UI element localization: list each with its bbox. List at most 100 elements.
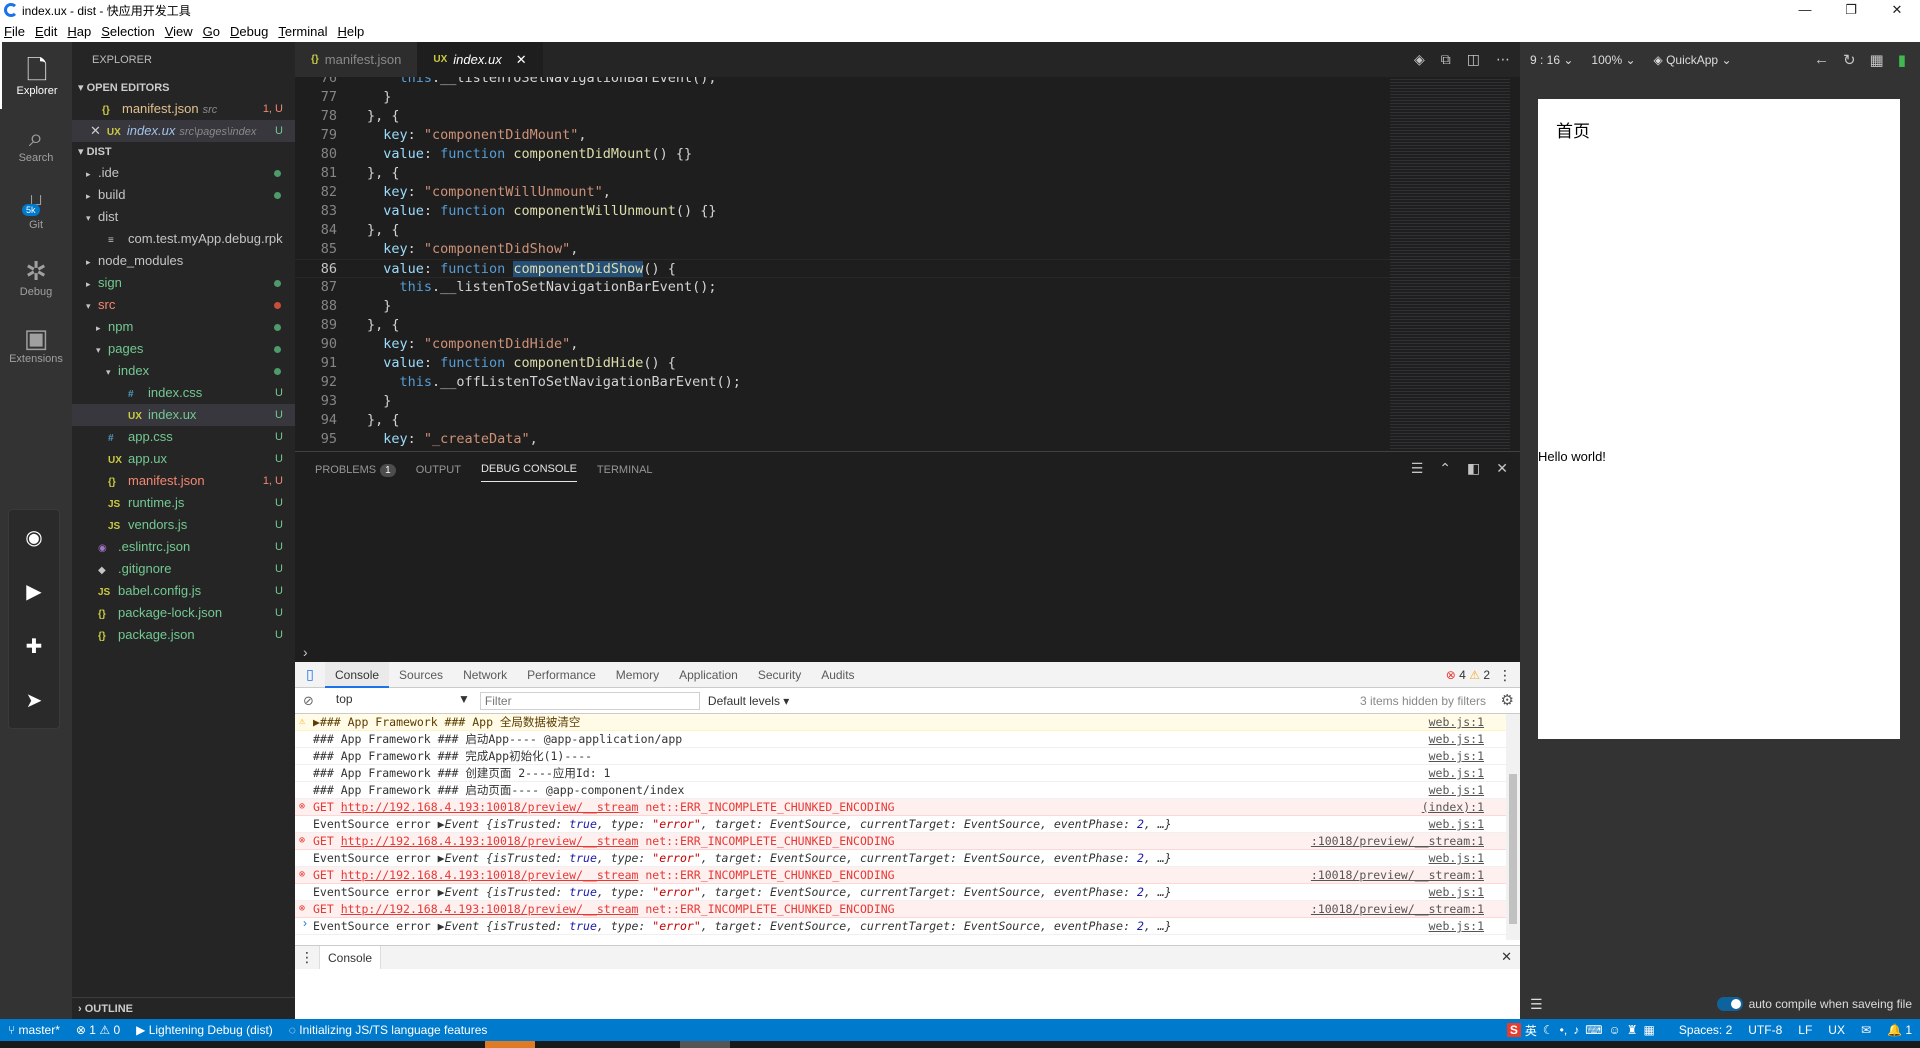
tree-item[interactable]: ≡ com.test.myApp.debug.rpk	[72, 228, 295, 250]
source-link[interactable]: :10018/preview/__stream:1	[1311, 833, 1484, 849]
platform-select[interactable]: ◈ QuickApp ⌄	[1654, 53, 1732, 67]
send-icon[interactable]: ➤	[26, 688, 43, 713]
devtools-tab-network[interactable]: Network	[453, 662, 517, 688]
activity-git[interactable]: ⑂ 5k Git	[0, 176, 72, 243]
console-scrollbar[interactable]	[1506, 714, 1520, 940]
tree-item[interactable]: JS runtime.js U	[72, 492, 295, 514]
console-event[interactable]: EventSource error ▶Event {isTrusted: tru…	[295, 850, 1520, 867]
code-line[interactable]: 84}, {	[295, 221, 1520, 240]
tree-item[interactable]: ▾ src	[72, 294, 295, 316]
devtools-tab-audits[interactable]: Audits	[811, 662, 864, 688]
encoding-status[interactable]: UTF-8	[1748, 1023, 1782, 1037]
code-line[interactable]: 82 key: "componentWillUnmount",	[295, 183, 1520, 202]
mobile-device-icon[interactable]: ▮	[1898, 51, 1906, 69]
source-link[interactable]: web.js:1	[1429, 850, 1484, 866]
gear-icon[interactable]: ⚙	[1501, 691, 1514, 709]
expand-arrow-icon[interactable]: ▶	[438, 919, 445, 933]
console-log[interactable]: ### App Framework ### 创建页面 2----应用Id: 1w…	[295, 765, 1520, 782]
dist-root-header[interactable]: ▾ DIST	[72, 142, 295, 162]
menu-selection[interactable]: Selection	[101, 24, 154, 39]
source-link[interactable]: :10018/preview/__stream:1	[1311, 901, 1484, 917]
code-line[interactable]: 80 value: function componentDidMount() {…	[295, 145, 1520, 164]
tree-item[interactable]: ▸ npm	[72, 316, 295, 338]
close-drawer-icon[interactable]: ✕	[1501, 949, 1512, 965]
console-log[interactable]: ### App Framework ### 完成App初始化(1)---- web…	[295, 748, 1520, 765]
console-error[interactable]: ⊗ GET http://192.168.4.193:10018/preview/…	[295, 833, 1520, 850]
feedback-icon[interactable]: ✉	[1861, 1023, 1871, 1037]
tree-item[interactable]: ▸ sign	[72, 272, 295, 294]
code-line[interactable]: 88 }	[295, 297, 1520, 316]
code-line[interactable]: 91 value: function componentDidHide() {	[295, 354, 1520, 373]
debug-console-prompt[interactable]: ›	[303, 644, 308, 660]
expand-arrow-icon[interactable]: ▶	[438, 851, 445, 865]
diamond-icon[interactable]: ◈	[1414, 51, 1425, 68]
tree-item[interactable]: ▸ build	[72, 184, 295, 206]
code-editor[interactable]: 76 this.__listenToSetNavigationBarEvent(…	[295, 77, 1520, 451]
tree-item[interactable]: ▾ index	[72, 360, 295, 382]
zoom-select[interactable]: 100% ⌄	[1591, 53, 1635, 67]
source-link[interactable]: web.js:1	[1429, 782, 1484, 798]
tree-item[interactable]: {} package-lock.json U	[72, 602, 295, 624]
code-line[interactable]: 94}, {	[295, 411, 1520, 430]
drawer-menu-icon[interactable]: ⋮	[295, 949, 319, 966]
close-window-button[interactable]: ✕	[1874, 0, 1920, 20]
qr-code-icon[interactable]: ▦	[1870, 51, 1884, 69]
tree-item[interactable]: # app.css U	[72, 426, 295, 448]
source-link[interactable]: web.js:1	[1429, 884, 1484, 900]
code-line[interactable]: 87 this.__listenToSetNavigationBarEvent(…	[295, 278, 1520, 297]
tree-item[interactable]: ◆ .gitignore U	[72, 558, 295, 580]
maximize-button[interactable]: ❐	[1828, 0, 1874, 20]
tree-item[interactable]: JS vendors.js U	[72, 514, 295, 536]
phone-preview[interactable]: 首页 Hello world!	[1538, 99, 1900, 739]
code-line[interactable]: 95 key: "_createData",	[295, 430, 1520, 449]
plus-icon[interactable]: ✚	[26, 634, 43, 659]
code-line[interactable]: 77 }	[295, 88, 1520, 107]
source-link[interactable]: :10018/preview/__stream:1	[1311, 867, 1484, 883]
devtools-tab-security[interactable]: Security	[748, 662, 811, 688]
devtools-tab-sources[interactable]: Sources	[389, 662, 453, 688]
menu-edit[interactable]: Edit	[35, 24, 57, 39]
code-line[interactable]: 89}, {	[295, 316, 1520, 335]
console-event[interactable]: EventSource error ▶Event {isTrusted: tru…	[295, 884, 1520, 901]
menu-go[interactable]: Go	[203, 24, 220, 39]
maximize-panel-icon[interactable]: ◧	[1467, 460, 1480, 477]
back-arrow-icon[interactable]: ←	[1814, 51, 1829, 68]
tree-item[interactable]: # index.css U	[72, 382, 295, 404]
code-line[interactable]: 92 this.__offListenToSetNavigationBarEve…	[295, 373, 1520, 392]
code-line[interactable]: 93 }	[295, 392, 1520, 411]
eye-icon[interactable]: ◉	[25, 525, 42, 550]
activity-extensions[interactable]: ▣ Extensions	[0, 310, 72, 377]
expand-arrow-icon[interactable]: ▶	[438, 885, 445, 899]
tab-index-ux[interactable]: UX index.ux ✕	[417, 42, 543, 77]
tree-item[interactable]: ▸ .ide	[72, 162, 295, 184]
source-link[interactable]: web.js:1	[1429, 918, 1484, 934]
branch-status[interactable]: ⑂ master*	[8, 1023, 60, 1037]
activity-explorer[interactable]: 🗋 Explorer	[0, 42, 72, 109]
code-line[interactable]: 76 this.__listenToSetNavigationBarEvent(…	[295, 77, 1520, 88]
eol-status[interactable]: LF	[1798, 1023, 1812, 1037]
code-line[interactable]: 81}, {	[295, 164, 1520, 183]
console-log[interactable]: ### App Framework ### 启动App---- @app-app…	[295, 731, 1520, 748]
source-link[interactable]: web.js:1	[1429, 731, 1484, 747]
request-url-link[interactable]: http://192.168.4.193:10018/preview/__str…	[341, 834, 639, 848]
list-wrap-icon[interactable]: ☰	[1530, 996, 1543, 1013]
code-line[interactable]: 85 key: "componentDidShow",	[295, 240, 1520, 259]
device-toolbar-icon[interactable]: ▯	[295, 666, 325, 683]
tree-item[interactable]: UX index.ux U	[72, 404, 295, 426]
code-line[interactable]: 78}, {	[295, 107, 1520, 126]
console-prompt[interactable]: ›	[303, 916, 307, 930]
tree-item[interactable]: {} manifest.json 1, U	[72, 470, 295, 492]
tree-item[interactable]: ▸ node_modules	[72, 250, 295, 272]
request-url-link[interactable]: http://192.168.4.193:10018/preview/__str…	[341, 800, 639, 814]
minimap[interactable]	[1390, 77, 1510, 451]
panel-tab-problems[interactable]: PROBLEMS 1	[315, 458, 396, 482]
refresh-icon[interactable]: ↻	[1843, 51, 1856, 69]
devtools-menu-icon[interactable]: ⋮	[1498, 667, 1512, 684]
open-changes-icon[interactable]: ⧉	[1441, 51, 1451, 68]
close-panel-icon[interactable]: ✕	[1496, 460, 1508, 477]
source-link[interactable]: (index):1	[1422, 799, 1484, 815]
panel-tab-debug-console[interactable]: DEBUG CONSOLE	[480, 457, 577, 482]
taskbar-app-active[interactable]	[485, 1041, 535, 1048]
console-log[interactable]: ### App Framework ### 启动页面---- @app-comp…	[295, 782, 1520, 799]
auto-compile-toggle[interactable]	[1716, 997, 1743, 1011]
